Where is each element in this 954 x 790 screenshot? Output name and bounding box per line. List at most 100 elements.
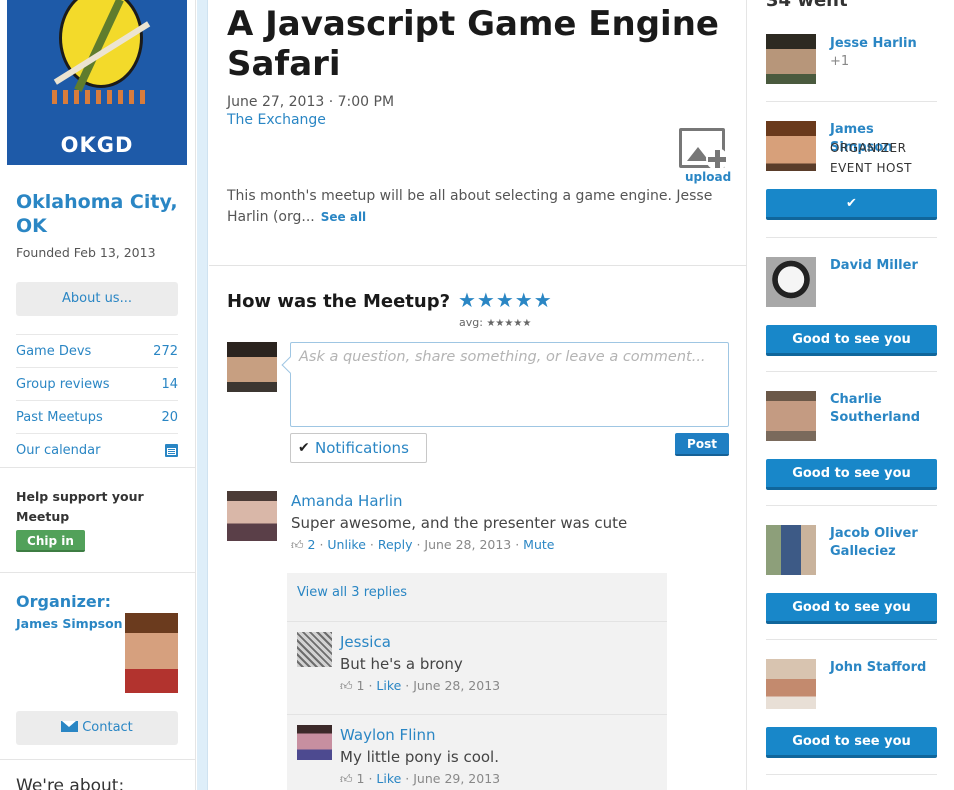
upload-label: upload (685, 170, 732, 184)
comment-date: June 28, 2013 (424, 537, 512, 552)
stat-past-meetups[interactable]: Past Meetups 20 (16, 400, 178, 433)
notifications-label: Notifications (315, 439, 409, 457)
reply-author-name[interactable]: Jessica (340, 633, 391, 651)
reply-date: June 29, 2013 (413, 771, 501, 786)
thumbs-up-icon: 👍︎ (291, 538, 304, 552)
mute-link[interactable]: Mute (523, 537, 554, 552)
reply-author-name[interactable]: Waylon Flinn (340, 726, 436, 744)
stat-group-reviews[interactable]: Group reviews 14 (16, 367, 178, 400)
like-count: 1 (356, 771, 365, 786)
comment-meta: 👍︎ 2 · Unlike · Reply · June 28, 2013 · … (291, 537, 555, 552)
good-to-see-you-button[interactable]: Good to see you (766, 727, 937, 758)
stat-value: 20 (161, 410, 178, 425)
unlike-link[interactable]: Unlike (327, 537, 366, 552)
stat-label: Our calendar (16, 443, 101, 458)
stat-label: Past Meetups (16, 410, 103, 425)
about-us-button[interactable]: About us... (16, 282, 178, 316)
reply-text: My little pony is cool. (340, 748, 499, 766)
description-text: This month's meetup will be all about se… (227, 188, 713, 225)
organizer-label: Organizer: (16, 592, 112, 611)
rating-stars[interactable]: ★★★★★ (458, 288, 553, 312)
venue-link[interactable]: The Exchange (227, 112, 326, 128)
comment-author-name[interactable]: Amanda Harlin (291, 492, 403, 510)
divider (0, 572, 196, 573)
good-to-see-you-button[interactable]: Good to see you (766, 325, 937, 356)
event-main: A Javascript Game Engine Safari June 27,… (209, 0, 747, 790)
notifications-toggle[interactable]: ✔ Notifications (290, 433, 427, 463)
attendee-photo[interactable] (766, 257, 816, 307)
like-link[interactable]: Like (376, 771, 401, 786)
avg-label: avg: (459, 316, 483, 329)
reply-link[interactable]: Reply (378, 537, 413, 552)
contact-button[interactable]: Contact (16, 711, 178, 745)
comment-author-avatar[interactable] (227, 491, 277, 541)
about-heading: We're about: (16, 776, 125, 790)
attendee-photo[interactable] (766, 34, 816, 84)
see-all-link[interactable]: See all (321, 210, 366, 224)
divider (766, 774, 937, 775)
stat-calendar[interactable]: Our calendar (16, 433, 178, 466)
good-to-see-you-button[interactable]: Good to see you (766, 593, 937, 624)
like-link[interactable]: Like (376, 678, 401, 693)
event-date: June 27, 2013 · 7:00 PM (227, 94, 395, 110)
divider (209, 265, 747, 266)
divider (0, 467, 196, 468)
attendee-photo[interactable] (766, 121, 816, 171)
upload-photo-button[interactable]: upload (679, 128, 732, 184)
stat-members[interactable]: Game Devs 272 (16, 334, 178, 367)
event-description: This month's meetup will be all about se… (227, 186, 732, 228)
divider (287, 621, 667, 622)
view-all-replies-link[interactable]: View all 3 replies (297, 585, 407, 600)
reply-author-avatar[interactable] (297, 725, 332, 760)
thumbs-up-icon: 👍︎ (340, 772, 353, 786)
good-to-see-you-button[interactable]: Good to see you (766, 459, 937, 490)
average-rating: avg: ★★★★★ (459, 316, 531, 329)
guest-count: +1 (830, 54, 850, 69)
group-logo[interactable]: OKGD (7, 0, 187, 165)
divider (766, 101, 937, 102)
attendee-name[interactable]: John Stafford (830, 659, 940, 677)
attendee-name-text[interactable]: Jesse Harlin (830, 36, 917, 51)
attendee-name[interactable]: Jacob Oliver Galleciez (830, 525, 940, 561)
organizer-photo[interactable] (125, 613, 178, 693)
founded-date: Founded Feb 13, 2013 (16, 245, 156, 260)
divider (0, 759, 196, 760)
divider (766, 371, 937, 372)
replies-panel: View all 3 replies Jessica But he's a br… (287, 573, 667, 790)
comment-text: Super awesome, and the presenter was cut… (291, 514, 628, 532)
like-count: 1 (356, 678, 365, 693)
reply-date: June 28, 2013 (413, 678, 501, 693)
contact-label: Contact (82, 720, 133, 735)
chip-in-button[interactable]: Chip in (16, 530, 85, 552)
organizer-role: ORGANIZER (830, 141, 907, 155)
divider (766, 237, 937, 238)
divider (766, 505, 937, 506)
group-city-link[interactable]: Oklahoma City, OK (16, 190, 186, 238)
current-user-avatar (227, 342, 277, 392)
group-sidebar: OKGD Oklahoma City, OK Founded Feb 13, 2… (0, 0, 196, 790)
reply-text: But he's a brony (340, 655, 463, 673)
attendee-photo[interactable] (766, 659, 816, 709)
column-gutter (197, 0, 208, 790)
attendee-name[interactable]: David Miller (830, 257, 940, 275)
help-support-text: Help support your Meetup (16, 489, 144, 524)
feathers-graphic (52, 90, 147, 104)
stat-value: 272 (153, 344, 178, 359)
reply-meta: 👍︎ 1 · Like · June 29, 2013 (340, 771, 501, 786)
attendee-name[interactable]: Charlie Southerland (830, 391, 940, 427)
rating-question: How was the Meetup? (227, 291, 451, 312)
comment-input[interactable]: Ask a question, share something, or leav… (290, 342, 729, 427)
checked-in-button[interactable]: ✔ (766, 189, 937, 220)
avg-stars: ★★★★★ (486, 318, 532, 329)
plus-icon (706, 148, 728, 170)
attendee-photo[interactable] (766, 525, 816, 575)
reply-author-avatar[interactable] (297, 632, 332, 667)
attendee-name[interactable]: Jesse Harlin +1 (830, 35, 940, 71)
event-title: A Javascript Game Engine Safari (227, 4, 719, 84)
attendee-count-heading: 34 went (766, 0, 848, 11)
attendee-list: 34 went Jesse Harlin +1 James Simpson OR… (748, 0, 954, 790)
post-button[interactable]: Post (675, 433, 729, 456)
organizer-name-link[interactable]: James Simpson (16, 616, 123, 631)
attendee-photo[interactable] (766, 391, 816, 441)
like-count[interactable]: 2 (308, 537, 316, 552)
